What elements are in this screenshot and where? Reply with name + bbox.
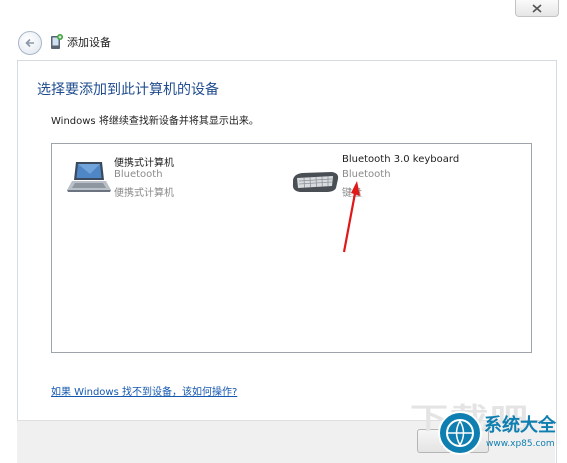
- window-title: 添加设备: [67, 36, 111, 49]
- watermark-globe-icon: [438, 411, 482, 455]
- add-device-icon: [51, 34, 63, 49]
- device-category: 键盘: [342, 188, 362, 199]
- title-bar: [0, 0, 567, 24]
- device-type: Bluetooth: [342, 169, 391, 180]
- device-item-keyboard[interactable]: Bluetooth 3.0 keyboard Bluetooth 键盘: [290, 152, 510, 202]
- device-type: Bluetooth: [114, 169, 163, 180]
- close-button[interactable]: [515, 0, 559, 17]
- watermark-url: www.xp85.com: [486, 439, 555, 449]
- device-name: Bluetooth 3.0 keyboard: [342, 154, 460, 165]
- laptop-icon: [67, 162, 111, 192]
- search-status-text: Windows 将继续查找新设备并将其显示出来。: [51, 116, 259, 127]
- back-arrow-icon: [25, 38, 34, 48]
- device-category: 便携式计算机: [114, 188, 174, 199]
- keyboard-icon: [292, 172, 339, 192]
- device-list: 便携式计算机 Bluetooth 便携式计算机 Bluetooth 3.0 ke…: [51, 143, 532, 353]
- close-icon: [532, 3, 542, 13]
- device-name: 便携式计算机: [114, 158, 174, 169]
- help-link[interactable]: 如果 Windows 找不到设备，该如何操作?: [51, 383, 237, 398]
- watermark-brand: 系统大全: [484, 415, 556, 436]
- watermark-logo: 系统大全 www.xp85.com: [430, 405, 567, 462]
- back-button[interactable]: [18, 31, 42, 55]
- navigation-bar: 添加设备: [0, 28, 567, 58]
- page-heading: 选择要添加到此计算机的设备: [37, 82, 219, 98]
- device-item-laptop[interactable]: 便携式计算机 Bluetooth 便携式计算机: [66, 152, 266, 202]
